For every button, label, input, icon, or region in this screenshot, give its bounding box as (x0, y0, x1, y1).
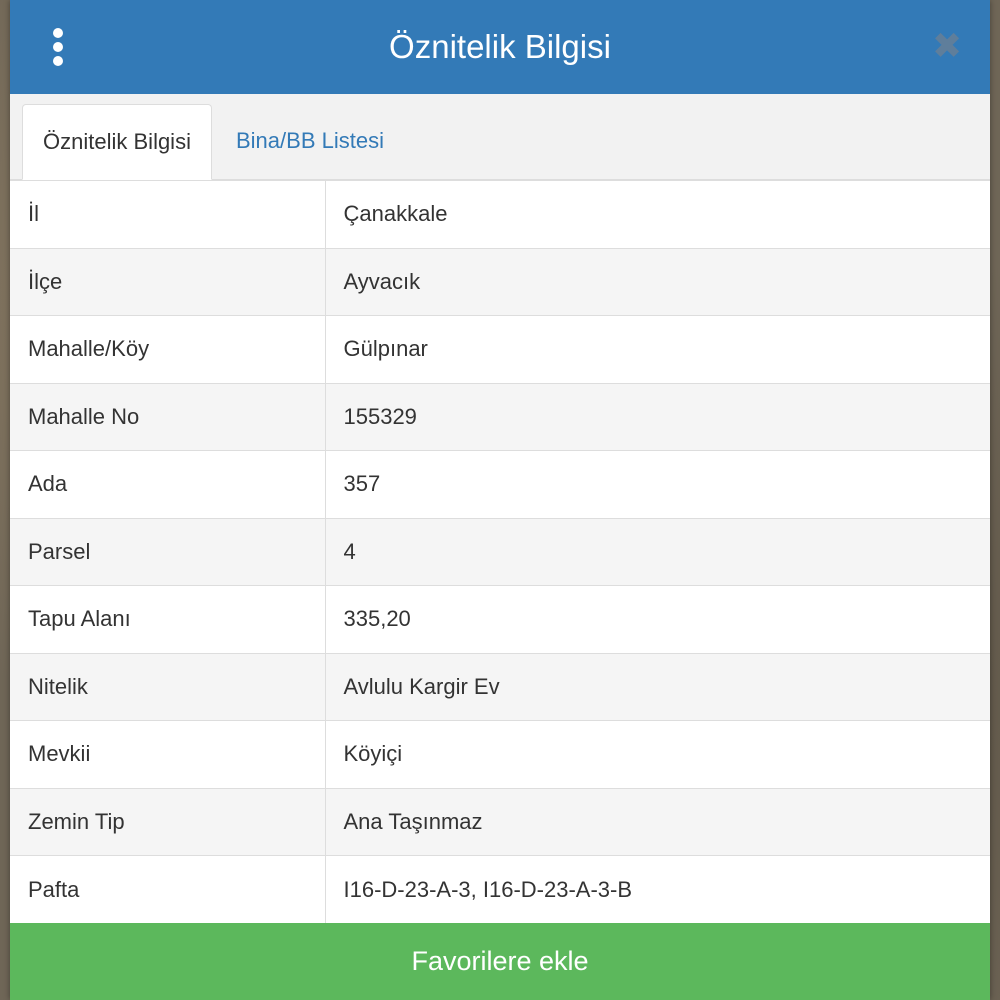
attribute-key: Mahalle No (10, 382, 326, 451)
attribute-value: 155329 (325, 382, 990, 451)
attribute-table: İl Çanakkale İlçe Ayvacık Mahalle/Köy Gü… (10, 180, 990, 923)
attribute-value: Ana Taşınmaz (325, 787, 990, 856)
attribute-key: Parsel (10, 517, 326, 586)
table-row: Zemin Tip Ana Taşınmaz (10, 787, 990, 856)
attribute-key: Mahalle/Köy (10, 315, 326, 383)
dialog-title: Öznitelik Bilgisi (389, 28, 611, 65)
table-row: Ada 357 (10, 450, 990, 518)
attribute-key: Nitelik (10, 652, 326, 721)
table-row: Mahalle/Köy Gülpınar (10, 315, 990, 383)
table-row: İlçe Ayvacık (10, 247, 990, 316)
add-to-favorites-button[interactable]: Favorilere ekle (10, 923, 990, 1000)
table-row: Nitelik Avlulu Kargir Ev (10, 652, 990, 721)
attribute-value: Gülpınar (325, 315, 990, 383)
attribute-value: Köyiçi (325, 720, 990, 788)
menu-dot (53, 28, 63, 38)
tab-bina-bb-listesi[interactable]: Bina/BB Listesi (212, 103, 400, 179)
attribute-value: I16-D-23-A-3, I16-D-23-A-3-B (325, 855, 990, 923)
attribute-value: 335,20 (325, 585, 990, 653)
attribute-key: Tapu Alanı (10, 585, 326, 653)
attribute-value: Çanakkale (325, 180, 990, 248)
menu-dot (53, 56, 63, 66)
attribute-key: Pafta (10, 855, 326, 923)
table-row: Tapu Alanı 335,20 (10, 585, 990, 653)
attribute-value: 4 (325, 517, 990, 586)
tab-bar: Öznitelik Bilgisi Bina/BB Listesi (10, 94, 990, 180)
table-row: İl Çanakkale (10, 180, 990, 248)
attribute-key: Ada (10, 450, 326, 518)
attribute-key: İlçe (10, 247, 326, 316)
attribute-key: Mevkii (10, 720, 326, 788)
attribute-value: Avlulu Kargir Ev (325, 652, 990, 721)
attribute-info-dialog: Öznitelik Bilgisi ✖ Öznitelik Bilgisi Bi… (10, 0, 990, 1000)
close-icon[interactable]: ✖ (932, 29, 962, 65)
vertical-ellipsis-menu-icon[interactable] (48, 28, 68, 66)
table-row: Mahalle No 155329 (10, 382, 990, 451)
dialog-header: Öznitelik Bilgisi ✖ (10, 0, 990, 94)
table-row: Pafta I16-D-23-A-3, I16-D-23-A-3-B (10, 855, 990, 923)
tab-oznitelik-bilgisi[interactable]: Öznitelik Bilgisi (22, 104, 212, 180)
attribute-key: Zemin Tip (10, 787, 326, 856)
table-row: Parsel 4 (10, 517, 990, 586)
attribute-value: Ayvacık (325, 247, 990, 316)
table-row: Mevkii Köyiçi (10, 720, 990, 788)
attribute-value: 357 (325, 450, 990, 518)
menu-dot (53, 42, 63, 52)
attribute-key: İl (10, 180, 326, 248)
